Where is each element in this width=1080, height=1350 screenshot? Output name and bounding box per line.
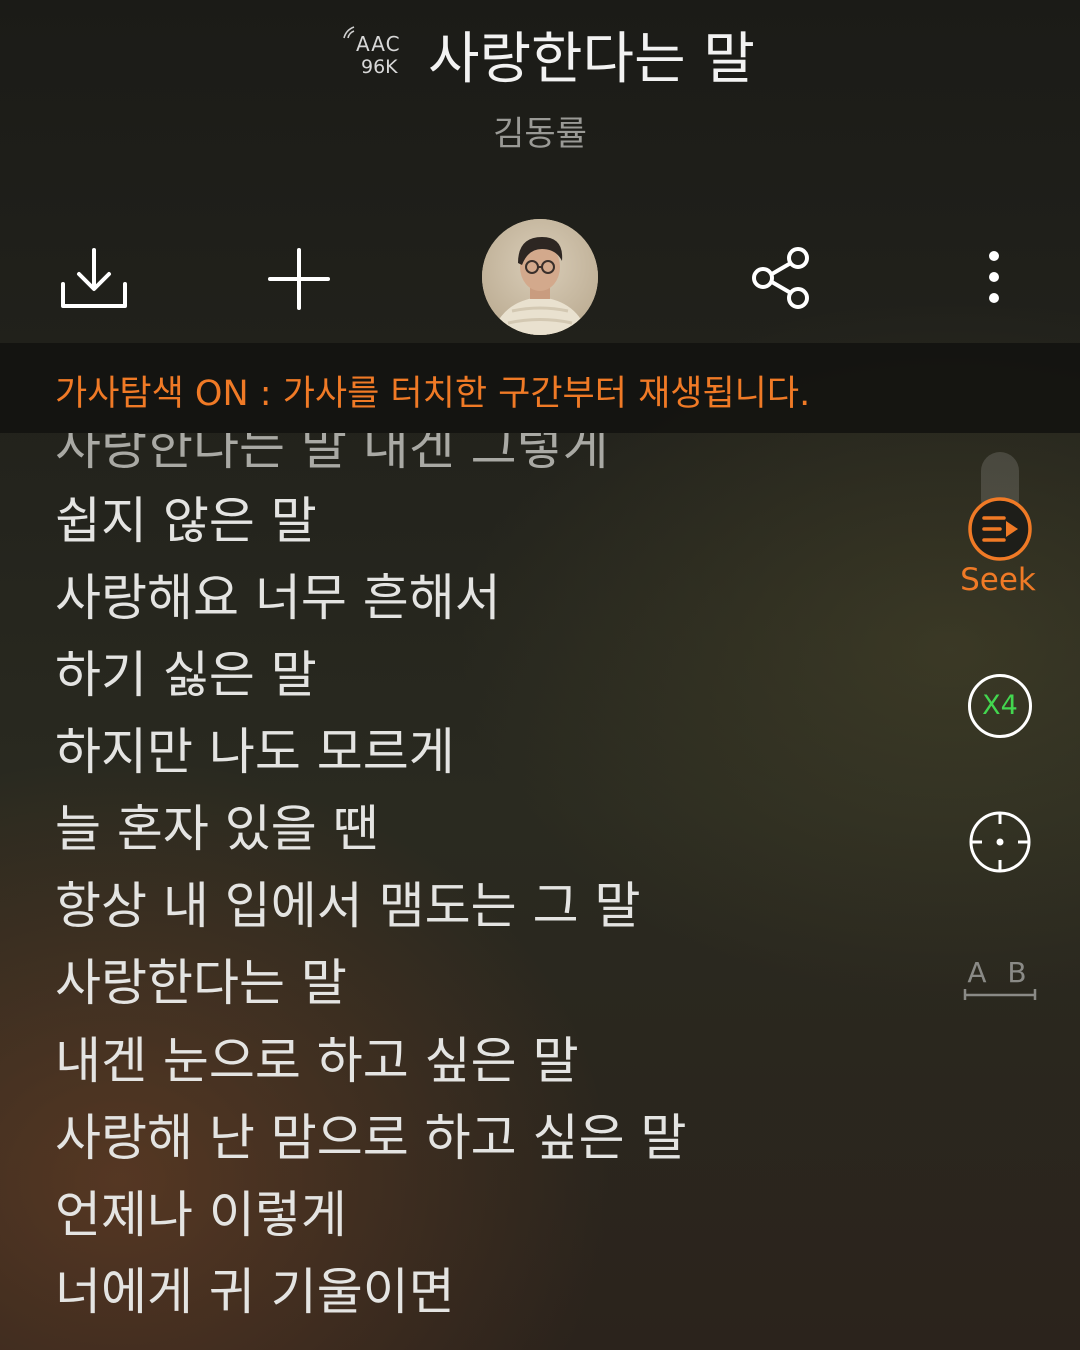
lyric-line[interactable]: 하기 싫은 말 <box>55 645 317 705</box>
song-title: 사랑한다는 말 <box>428 27 755 92</box>
lyric-line[interactable]: 사랑해요 너무 흔해서 <box>55 568 501 628</box>
artist-name[interactable]: 김동률 <box>0 106 1080 155</box>
seek-label[interactable]: Seek <box>940 562 1056 598</box>
lyric-line[interactable]: 너에게 귀 기울이면 <box>55 1262 455 1322</box>
lyric-line[interactable]: 늘 혼자 있을 땐 <box>55 799 379 859</box>
speed-button[interactable]: X4 <box>968 674 1032 738</box>
lyric-line[interactable]: 항상 내 입에서 맴도는 그 말 <box>55 876 640 936</box>
ab-repeat-button[interactable]: A B <box>960 956 1040 1008</box>
quality-codec: AAC <box>356 32 401 56</box>
lyric-line[interactable]: 하지만 나도 모르게 <box>55 722 455 782</box>
current-position-button[interactable] <box>966 808 1034 876</box>
audio-quality-badge: AAC 96K <box>340 22 412 80</box>
artist-avatar[interactable] <box>482 219 598 335</box>
share-icon <box>752 247 809 309</box>
download-icon <box>61 248 127 308</box>
quality-bitrate: 96K <box>361 56 398 78</box>
player-header: AAC 96K 사랑한다는 말 김동률 <box>0 0 1080 170</box>
lyrics-list[interactable]: 사랑한다는 말 내겐 그렇게 쉽지 않은 말 사랑해요 너무 흔해서 하기 싫은… <box>0 433 940 1350</box>
more-options-button[interactable] <box>976 246 1012 310</box>
crosshair-icon <box>969 811 1031 873</box>
lyric-line[interactable]: 쉽지 않은 말 <box>55 491 317 551</box>
lyric-line[interactable]: 사랑한다는 말 <box>55 953 347 1013</box>
lyric-line[interactable]: 사랑한다는 말 내겐 그렇게 <box>55 433 609 477</box>
lyric-line[interactable]: 언제나 이렇게 <box>55 1185 347 1245</box>
seek-icon <box>968 497 1032 561</box>
lyric-line[interactable]: 내겐 눈으로 하고 싶은 말 <box>55 1031 579 1091</box>
ab-range-icon <box>963 989 1037 1000</box>
seek-button[interactable] <box>967 496 1033 562</box>
notice-text: 가사탐색 ON : 가사를 터치한 구간부터 재생됩니다. <box>55 374 811 414</box>
artist-photo <box>482 219 598 335</box>
ab-repeat-label: A B <box>967 956 1033 989</box>
more-vertical-icon <box>989 251 999 303</box>
share-button[interactable] <box>748 246 812 310</box>
add-to-playlist-button[interactable] <box>266 246 332 312</box>
plus-icon <box>268 248 330 310</box>
lyrics-seek-notice: 가사탐색 ON : 가사를 터치한 구간부터 재생됩니다. <box>0 343 1080 433</box>
download-button[interactable] <box>58 244 130 314</box>
lyric-line[interactable]: 사랑해 난 맘으로 하고 싶은 말 <box>55 1108 686 1168</box>
